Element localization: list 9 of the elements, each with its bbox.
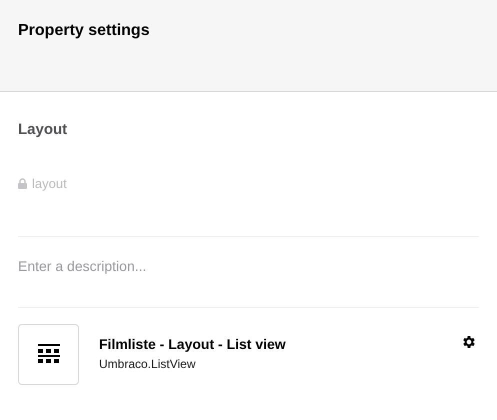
editor-icon-tile[interactable]	[18, 324, 79, 384]
editor-alias: Umbraco.ListView	[99, 356, 196, 372]
editor-name: Filmliste - Layout - List view	[99, 334, 287, 352]
list-icon	[38, 344, 60, 364]
description-field[interactable]: Enter a description...	[18, 252, 479, 278]
settings-icon[interactable]	[461, 334, 477, 350]
panel-title: Property settings	[18, 21, 151, 41]
property-name: Layout	[18, 120, 68, 140]
alias-text: layout	[32, 175, 67, 193]
